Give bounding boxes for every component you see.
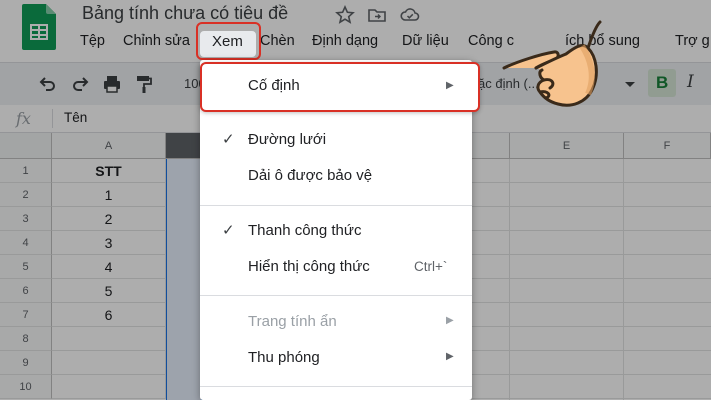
check-icon: ✓ (222, 222, 235, 239)
view-menu-highlight (196, 22, 261, 60)
shortcut-label: Ctrl+` (414, 259, 448, 274)
check-icon: ✓ (222, 131, 235, 148)
spreadsheet-app: Bảng tính chưa có tiêu đề Tệp Chỉnh sửa … (0, 0, 711, 400)
submenu-arrow-icon: ▶ (446, 315, 454, 326)
menu-divider (200, 205, 472, 206)
pointing-hand-icon (502, 20, 602, 107)
menu-item-show-formulas[interactable]: Hiển thị công thức Ctrl+` (200, 250, 472, 284)
menu-item-hidden-sheets: Trang tính ẩn ▶ (248, 313, 454, 330)
menu-item-freeze[interactable]: Cố định ▶ (200, 62, 480, 112)
menu-item-gridlines[interactable]: ✓ Đường lưới (200, 123, 472, 157)
menu-divider (200, 386, 472, 387)
menu-item-formula-bar[interactable]: ✓ Thanh công thức (200, 214, 472, 248)
menu-item-zoom[interactable]: Thu phóng ▶ (200, 341, 472, 375)
menu-divider (200, 295, 472, 296)
menu-item-protected-ranges[interactable]: Dải ô được bảo vệ (200, 159, 472, 193)
submenu-arrow-icon: ▶ (446, 351, 454, 362)
submenu-arrow-icon: ▶ (446, 80, 454, 91)
